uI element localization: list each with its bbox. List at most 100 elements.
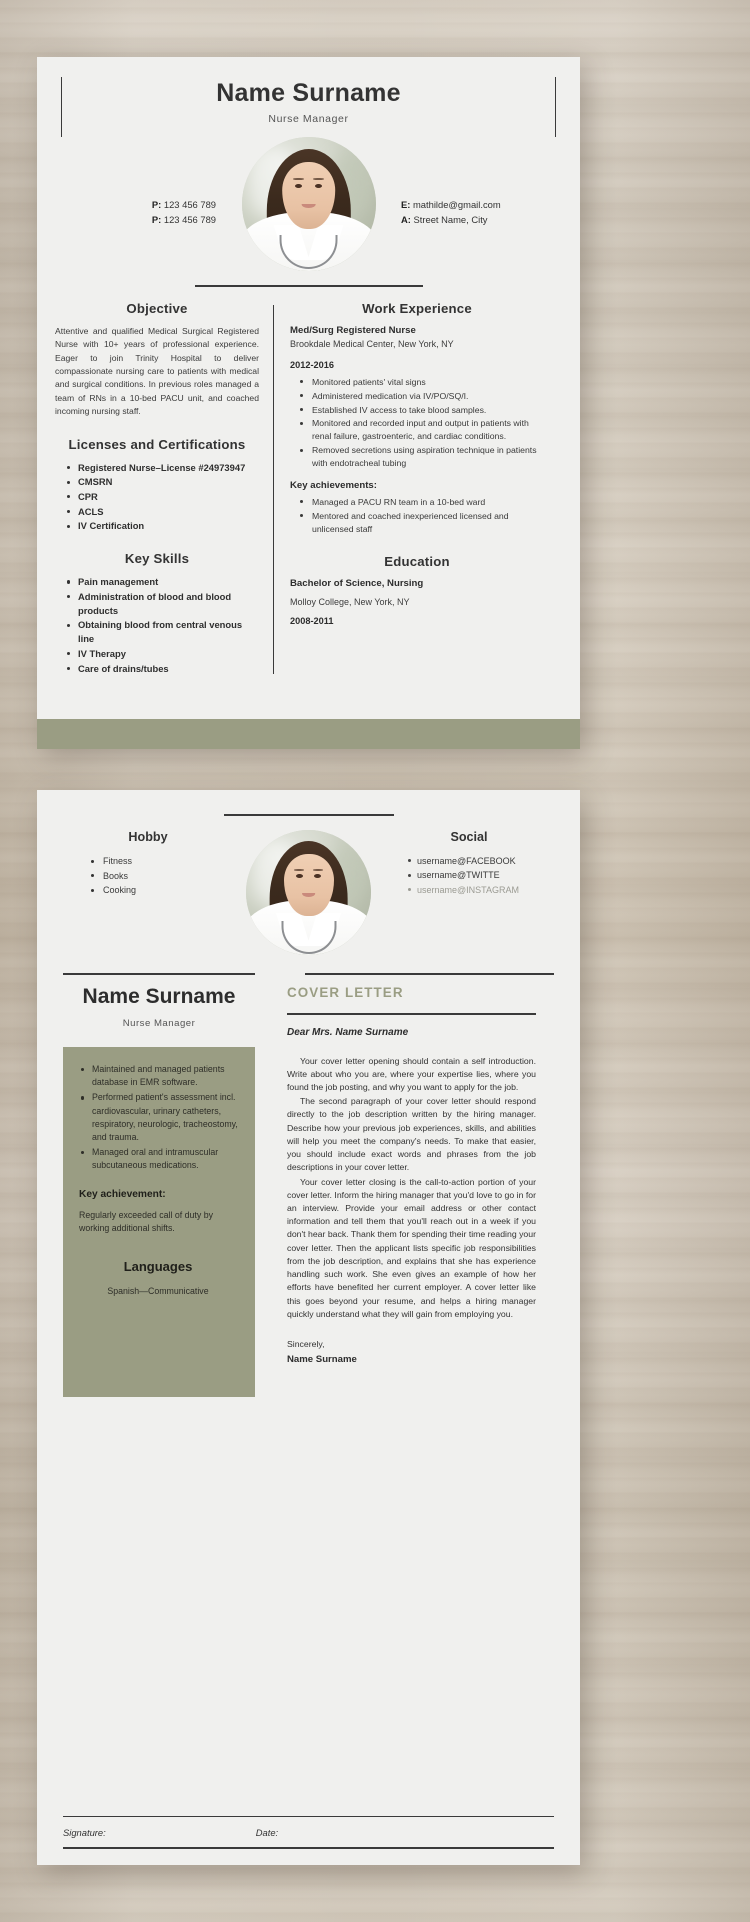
page-title: Name Surname [216,79,401,107]
email-value: mathilde@gmail.com [412,198,501,210]
email: E: mathilde@gmail.com [401,197,562,212]
header-rule-right [555,77,556,137]
letter-body: Your cover letter opening should contain… [287,1055,536,1321]
list-item: Obtaining blood from central venous line [67,618,259,645]
language-item: Spanish—Communicative [107,1285,209,1296]
sign-name: Name Surname [287,1353,357,1365]
social-section: Social username@FACEBOOK username@TWITTE… [384,830,554,897]
hobby-section: Hobby Fitness Books Cooking [63,830,233,898]
education-title: Education [384,553,450,569]
list-item: Managed a PACU RN team in a 10-bed ward [300,496,544,509]
sidebar-bullets: Maintained and managed patients database… [75,1063,241,1173]
sidebar-achievement-text: Regularly exceeded call of duty by worki… [79,1209,213,1233]
licenses-list: Registered Nurse–License #24973947 CMSRN… [55,461,259,534]
list-item: IV Therapy [67,647,259,661]
sidebar-achievement-title: Key achievement: [79,1188,166,1200]
hobby-title: Hobby [128,830,168,844]
address-label: A: [401,213,411,225]
header-rule-left [61,77,62,137]
date-label: Date: [255,1827,279,1839]
resume-header: Name Surname Nurse Manager [37,57,580,137]
languages-title: Languages [123,1258,193,1274]
email-label: E: [401,198,411,210]
cover-job-title: Nurse Manager [122,1018,196,1030]
list-item: Administration of blood and blood produc… [67,590,259,617]
phone-secondary-value: 123 456 789 [163,213,216,225]
letter-paragraph: Your cover letter closing is the call-to… [287,1176,536,1319]
resume-page: Name Surname Nurse Manager P: 123 456 78… [37,57,580,749]
address: A: Street Name, City [401,212,562,227]
cover-name: Name Surname [82,985,236,1008]
cover-rule-right [305,973,554,975]
signature-rule-top [63,1815,554,1818]
profile-photo [241,136,376,271]
signature-rule-bottom [63,1847,554,1849]
salutation: Dear Mrs. Name Surname [287,1026,409,1038]
work-experience-title: Work Experience [362,300,472,316]
licenses-title: Licenses and Certifications [68,436,246,452]
list-item: CMSRN [67,475,259,489]
objective-title: Objective [126,300,188,316]
signature-label: Signature: [63,1827,106,1839]
social-twitter[interactable]: username@TWITTE [408,868,554,882]
list-item: Books [91,869,233,884]
list-item: Monitored patients' vital signs [300,376,544,389]
list-item: Care of drains/tubes [67,662,259,676]
list-item: Fitness [91,854,233,869]
list-item: Established IV access to take blood samp… [300,404,544,417]
header-divider [194,284,423,287]
resume-left-column: Objective Attentive and qualified Medica… [55,301,273,676]
list-item: Monitored and recorded input and output … [300,417,544,443]
phone-primary-value: 123 456 789 [163,198,216,210]
cover-label-underline [287,1013,536,1015]
list-item: Maintained and managed patients database… [79,1063,241,1089]
phone-secondary: P: 123 456 789 [55,212,216,227]
list-item: CPR [67,490,259,504]
letter-paragraph: Your cover letter opening should contain… [287,1055,536,1093]
social-instagram[interactable]: username@INSTAGRAM [408,883,554,897]
list-item: Mentored and coached inexperienced licen… [300,510,544,536]
signature-block: Signature: Date: [37,1815,580,1849]
list-item: Pain management [67,575,259,589]
sign-off: Sincerely, [287,1338,325,1349]
cover-letter-label: COVER LETTER [287,985,404,1000]
cover-right-column: COVER LETTER Dear Mrs. Name Surname Your… [287,985,536,1397]
job-organization: Brookdale Medical Center, New York, NY [290,338,454,349]
contact-right: E: mathilde@gmail.com A: Street Name, Ci… [397,137,562,227]
cover-sidebar-box: Maintained and managed patients database… [63,1047,255,1398]
list-item: Cooking [91,883,233,898]
list-item: Removed secretions using aspiration tech… [300,444,544,470]
education-organization: Molloy College, New York, NY [290,596,410,607]
social-facebook[interactable]: username@FACEBOOK [408,854,554,868]
job-title: Nurse Manager [268,112,349,125]
key-skills-title: Key Skills [124,551,190,567]
address-value: Street Name, City [413,213,488,225]
letter-paragraph: The second paragraph of your cover lette… [287,1096,536,1173]
phone-primary: P: 123 456 789 [55,197,216,212]
key-achievements-list: Managed a PACU RN team in a 10-bed ward … [290,496,544,536]
resume-footer-bar [37,719,580,749]
job-role: Med/Surg Registered Nurse [290,324,416,336]
education-dates: 2008-2011 [290,615,334,626]
key-skills-list: Pain management Administration of blood … [55,575,259,675]
list-item: Registered Nurse–License #24973947 [67,461,259,475]
phone-primary-label: P: [151,198,162,210]
education-degree: Bachelor of Science, Nursing [290,577,424,589]
cover-mid-rules [37,955,580,975]
cover-top-row: Hobby Fitness Books Cooking Social usern… [37,816,580,955]
job-dates: 2012-2016 [290,359,334,370]
list-item: ACLS [67,505,259,519]
resume-body: Objective Attentive and qualified Medica… [37,301,580,676]
cover-rule-left [63,973,255,975]
contact-row: P: 123 456 789 P: 123 456 789 E: mathild… [37,136,580,271]
social-list: username@FACEBOOK username@TWITTE userna… [384,854,554,897]
social-title: Social [450,830,488,844]
phone-secondary-label: P: [151,213,162,225]
list-item: Performed patient's assessment incl. car… [79,1091,241,1144]
list-item: Managed oral and intramuscular subcutane… [79,1146,241,1172]
cover-main: Name Surname Nurse Manager Maintained an… [37,985,580,1398]
contact-left: P: 123 456 789 P: 123 456 789 [55,137,220,227]
cover-letter-page: Hobby Fitness Books Cooking Social usern… [37,790,580,1865]
key-achievements-title: Key achievements: [290,479,377,491]
objective-text: Attentive and qualified Medical Surgical… [55,325,259,417]
